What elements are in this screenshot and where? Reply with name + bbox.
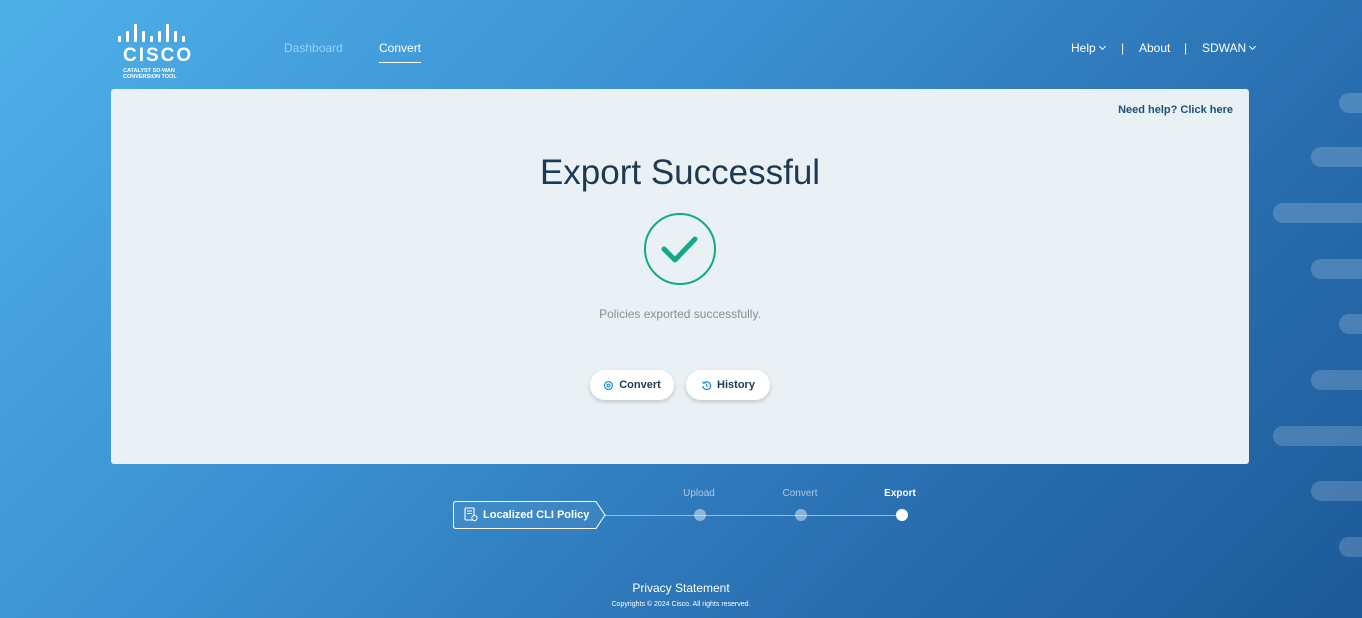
success-check-icon — [644, 213, 716, 285]
decorative-pill — [1273, 203, 1362, 223]
logo-word: CISCO — [123, 45, 194, 66]
policy-type-label: Localized CLI Policy — [483, 509, 590, 521]
decorative-pill — [1311, 259, 1362, 279]
step-dot-convert — [795, 509, 807, 521]
help-label: Help — [1071, 41, 1096, 55]
step-label-upload: Upload — [683, 488, 715, 499]
active-nav-underline — [379, 62, 421, 63]
history-button-label: History — [717, 379, 755, 391]
step-dot-upload — [694, 509, 706, 521]
help-menu[interactable]: Help — [1071, 41, 1106, 55]
nav-separator: | — [1121, 41, 1125, 55]
status-message: Policies exported successfully. — [599, 307, 761, 321]
decorative-pill — [1311, 370, 1362, 390]
chevron-down-icon — [1098, 42, 1106, 51]
chevron-down-icon — [1249, 42, 1257, 51]
decorative-pill — [1273, 426, 1362, 446]
nav-convert[interactable]: Convert — [379, 41, 421, 55]
need-help-link[interactable]: Need help? Click here — [1118, 104, 1233, 116]
policy-type-tag: Localized CLI Policy — [453, 501, 606, 529]
stepper-track — [604, 515, 902, 516]
decorative-pill — [1339, 93, 1362, 113]
page-title: Export Successful — [539, 153, 821, 192]
nav-separator: | — [1184, 41, 1188, 55]
copyright-text: Copyrights © 2024 Cisco. All rights rese… — [611, 601, 751, 608]
convert-button[interactable]: Convert — [590, 370, 674, 400]
sdwan-label: SDWAN — [1202, 41, 1247, 55]
decorative-pill — [1339, 314, 1362, 334]
header: CISCO CATALYST SD-WAN CONVERSION TOOL Da… — [0, 0, 1362, 88]
export-result-card: Need help? Click here Export Successful … — [111, 89, 1249, 464]
cisco-bars-icon — [118, 22, 196, 42]
convert-icon — [604, 380, 614, 390]
logo-subtitle: CATALYST SD-WAN CONVERSION TOOL — [123, 68, 177, 80]
step-label-export: Export — [884, 488, 916, 499]
decorative-pill — [1311, 147, 1362, 167]
step-dot-export — [896, 509, 908, 521]
document-settings-icon — [464, 507, 478, 522]
privacy-statement-link[interactable]: Privacy Statement — [0, 581, 1362, 595]
history-button[interactable]: History — [686, 370, 770, 400]
progress-stepper: Localized CLI Policy Upload Convert Expo… — [0, 480, 1362, 540]
history-icon — [701, 380, 712, 390]
sdwan-menu[interactable]: SDWAN — [1202, 41, 1257, 55]
nav-dashboard[interactable]: Dashboard — [284, 41, 343, 55]
step-label-convert: Convert — [782, 488, 818, 499]
decorative-pill — [1339, 537, 1362, 557]
about-link[interactable]: About — [1139, 41, 1170, 55]
convert-button-label: Convert — [619, 379, 661, 391]
cisco-logo[interactable]: CISCO CATALYST SD-WAN CONVERSION TOOL — [116, 22, 196, 82]
